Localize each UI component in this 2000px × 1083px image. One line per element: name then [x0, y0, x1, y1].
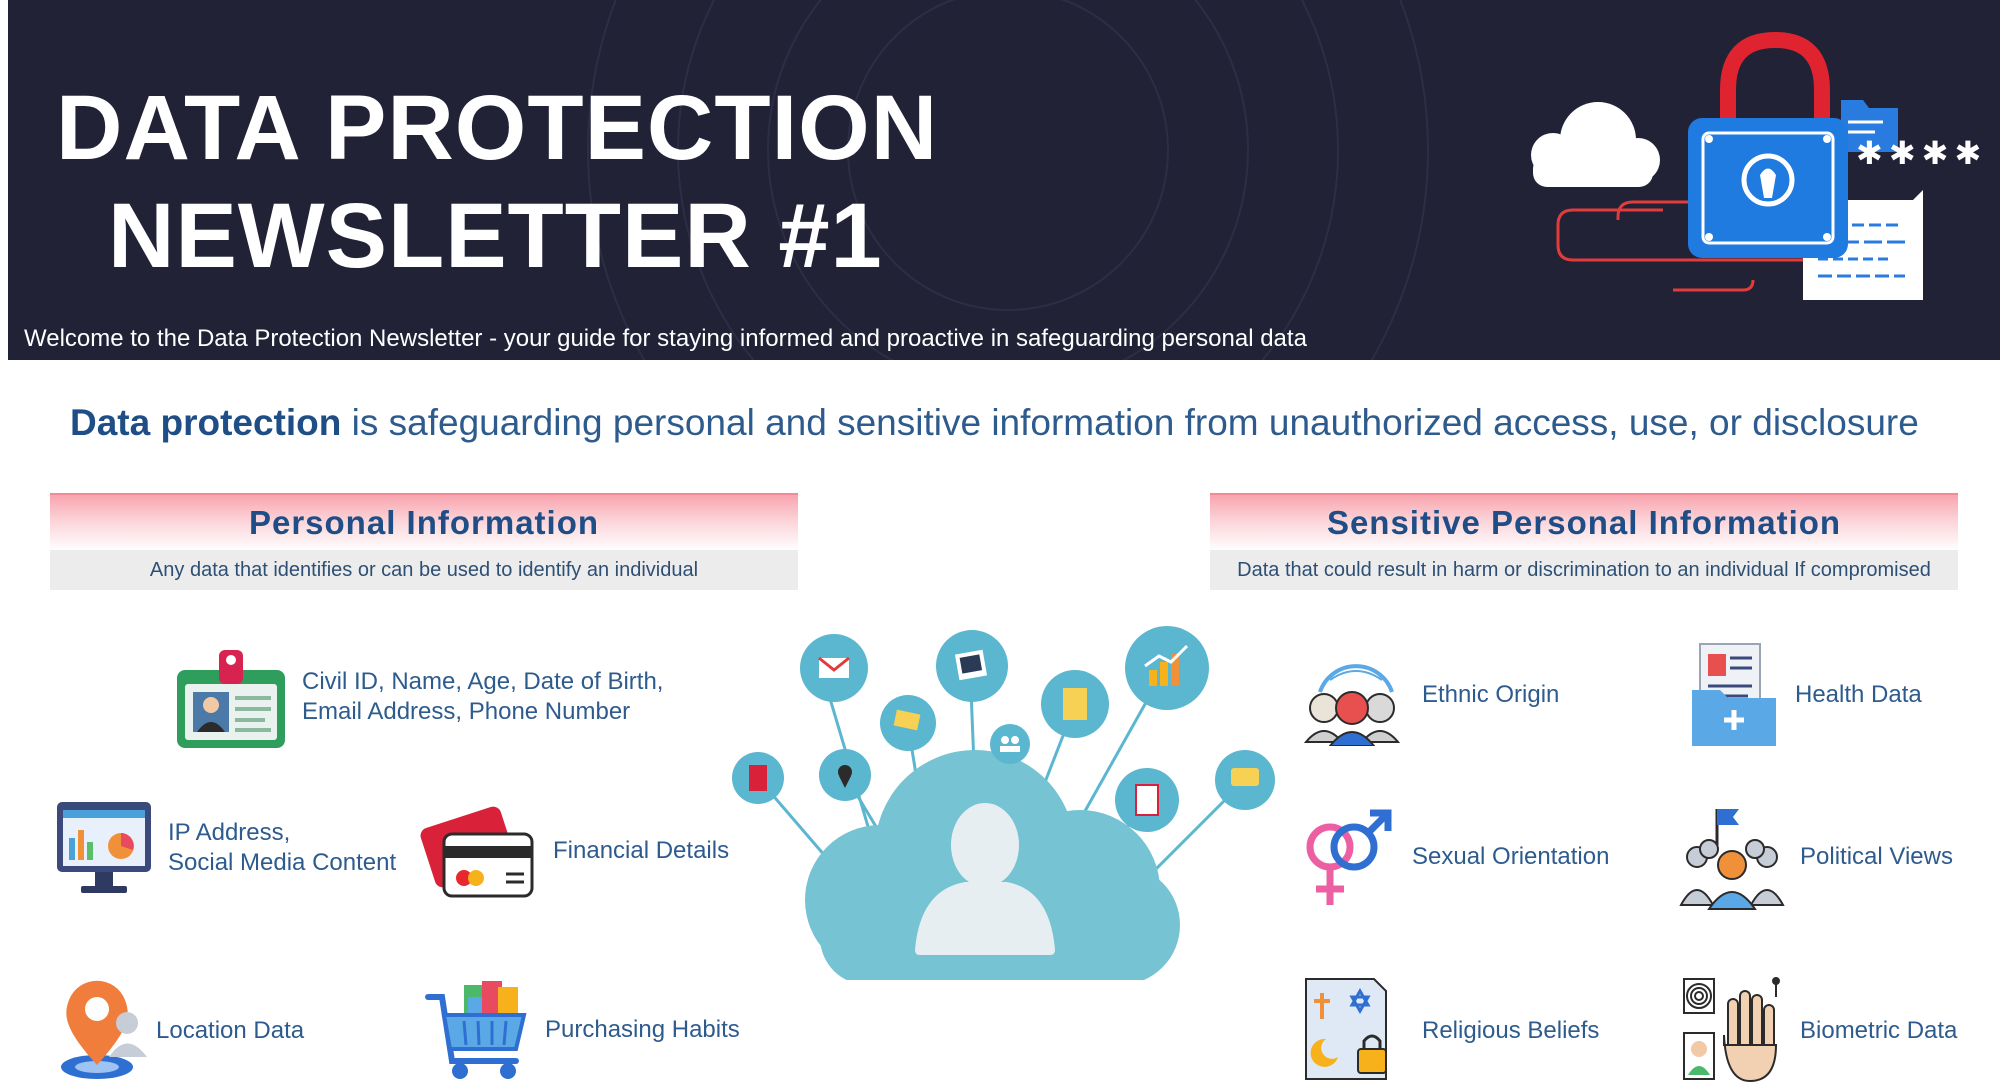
personal-info-subtitle: Any data that identifies or can be used …: [50, 550, 798, 590]
sensitive-info-heading: Sensitive Personal Information: [1210, 493, 1958, 551]
photo-bubble-icon: [936, 630, 1008, 702]
personal-info-heading: Personal Information: [50, 493, 798, 551]
personal-item-ids-line2: Email Address, Phone Number: [302, 698, 631, 725]
personal-item-ip-line2: Social Media Content: [168, 849, 397, 876]
credit-card-icon: [420, 806, 534, 898]
sensitive-item-religious: Religious Beliefs: [1422, 1017, 1600, 1044]
contacts-bubble-icon: [990, 724, 1030, 764]
diverse-people-icon: [1303, 664, 1401, 746]
personal-item-purchasing: Purchasing Habits: [545, 1016, 740, 1043]
location-bubble-icon: [819, 749, 871, 801]
personal-item-location: Location Data: [156, 1017, 305, 1044]
medical-folder-icon: [1692, 643, 1776, 746]
email-bubble-icon: [800, 634, 868, 702]
cloud-icon: [1531, 102, 1660, 187]
definition-term: Data protection: [70, 402, 342, 443]
clipboard-bubble-icon: [1115, 768, 1179, 832]
gender-symbols-icon: [1306, 809, 1392, 905]
personal-item-ip-line1: IP Address,: [168, 819, 291, 846]
chart-bubble-icon: [1125, 626, 1209, 710]
phonebook-bubble-icon: [732, 752, 784, 804]
sensitive-item-biometric: Biometric Data: [1800, 1017, 1958, 1044]
sensitive-item-health: Health Data: [1795, 681, 1922, 708]
political-crowd-icon: [1679, 809, 1785, 910]
sensitive-item-sexual: Sexual Orientation: [1412, 843, 1610, 870]
password-mask: ✱✱✱✱: [1856, 135, 1988, 171]
card-bubble-icon: [880, 695, 936, 751]
computer-monitor-icon: [57, 802, 151, 893]
shopping-cart-icon: [425, 981, 527, 1079]
fingerprint-hand-icon: [1683, 977, 1780, 1083]
personal-item-financial: Financial Details: [553, 837, 730, 864]
user-data-cloud-illustration: [732, 626, 1275, 980]
sensitive-info-subtitle: Data that could result in harm or discri…: [1210, 550, 1958, 590]
sensitive-item-ethnic: Ethnic Origin: [1422, 681, 1560, 708]
title-line-1: DATA PROTECTION: [56, 77, 939, 179]
notes-bubble-icon: [1041, 670, 1109, 738]
welcome-text: Welcome to the Data Protection Newslette…: [24, 325, 1307, 352]
security-lock-illustration: [1531, 31, 1923, 300]
sensitive-item-political: Political Views: [1800, 843, 1953, 870]
religious-symbols-icon: [1305, 978, 1387, 1080]
title-line-2: NEWSLETTER #1: [108, 185, 883, 287]
definition-text: is safeguarding personal and sensitive i…: [341, 402, 1919, 443]
header-banner: DATA PROTECTION NEWSLETTER #1 Welcome to…: [8, 0, 2000, 360]
chat-bubble-icon: [1215, 750, 1275, 810]
id-card-icon: [177, 650, 285, 748]
personal-item-ids-line1: Civil ID, Name, Age, Date of Birth,: [302, 668, 664, 695]
definition-line: Data protection is safeguarding personal…: [70, 402, 1950, 444]
location-pin-icon: [61, 980, 147, 1079]
